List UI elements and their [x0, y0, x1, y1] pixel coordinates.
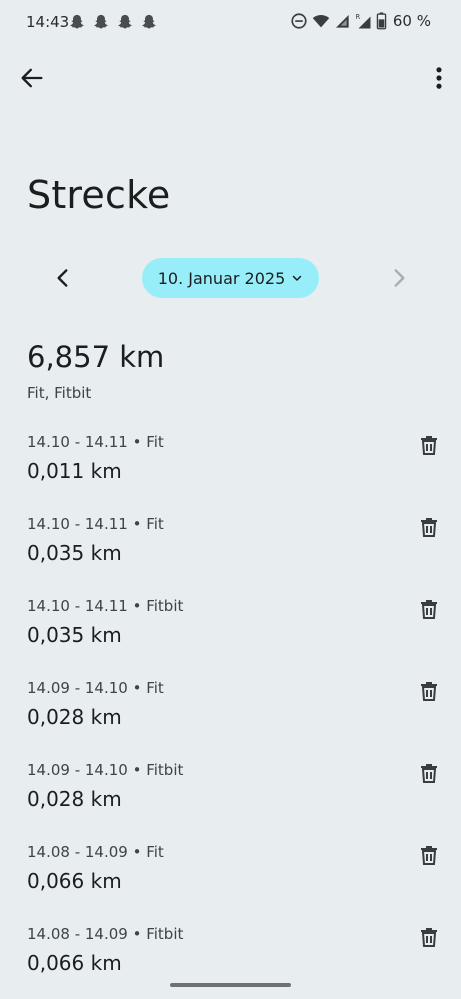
more-vert-icon[interactable]: [431, 64, 447, 92]
chevron-right-icon: [394, 269, 405, 287]
trash-icon[interactable]: [417, 433, 441, 457]
page-title: Strecke: [27, 173, 171, 217]
entry-distance: 0,035 km: [27, 541, 122, 565]
do-not-disturb-icon: [291, 13, 307, 29]
entry-distance: 0,035 km: [27, 623, 122, 647]
trash-icon[interactable]: [417, 515, 441, 539]
entry-time-source: 14.10 - 14.11 • Fitbit: [27, 597, 184, 615]
wifi-icon: [312, 15, 330, 28]
entry-time-source: 14.10 - 14.11 • Fit: [27, 515, 164, 533]
entry-time-source: 14.09 - 14.10 • Fitbit: [27, 761, 184, 779]
entry-distance: 0,011 km: [27, 459, 122, 483]
date-navigation: 10. Januar 2025: [0, 256, 461, 300]
status-time: 14:43: [26, 13, 70, 31]
date-label: 10. Januar 2025: [157, 268, 286, 288]
snapchat-icon: [142, 14, 156, 29]
list-item: 14.10 - 14.11 • Fit 0,035 km: [0, 506, 461, 588]
list-item: 14.09 - 14.10 • Fitbit 0,028 km: [0, 752, 461, 834]
list-item: 14.10 - 14.11 • Fit 0,011 km: [0, 424, 461, 506]
list-item: 14.10 - 14.11 • Fitbit 0,035 km: [0, 588, 461, 670]
signal-roaming-icon: R: [355, 13, 371, 29]
entry-time-source: 14.08 - 14.09 • Fit: [27, 843, 164, 861]
entry-time-source: 14.08 - 14.09 • Fitbit: [27, 925, 184, 943]
trash-icon[interactable]: [417, 761, 441, 785]
list-item: 14.09 - 14.10 • Fit 0,028 km: [0, 670, 461, 752]
snapchat-icon: [94, 14, 108, 29]
trash-icon[interactable]: [417, 925, 441, 949]
top-app-bar: [0, 56, 461, 100]
trash-icon[interactable]: [417, 597, 441, 621]
trash-icon[interactable]: [417, 843, 441, 867]
snapchat-icon: [70, 14, 84, 29]
chevron-left-icon[interactable]: [50, 265, 76, 291]
trash-icon[interactable]: [417, 679, 441, 703]
svg-text:R: R: [355, 13, 360, 21]
entry-distance: 0,066 km: [27, 951, 122, 975]
arrow-back-icon[interactable]: [18, 64, 46, 92]
date-picker-chip[interactable]: 10. Januar 2025: [142, 258, 319, 298]
entry-distance: 0,066 km: [27, 869, 122, 893]
entry-distance: 0,028 km: [27, 787, 122, 811]
status-indicators: R 60 %: [290, 12, 431, 30]
notification-icons: [68, 13, 158, 31]
signal-icon: [335, 15, 349, 28]
total-sources: Fit, Fitbit: [27, 384, 92, 402]
snapchat-icon: [118, 14, 132, 29]
status-bar: 14:43 R 60 %: [0, 0, 461, 44]
home-indicator[interactable]: [170, 983, 291, 987]
entry-time-source: 14.10 - 14.11 • Fit: [27, 433, 164, 451]
entry-time-source: 14.09 - 14.10 • Fit: [27, 679, 164, 697]
entry-list: 14.10 - 14.11 • Fit 0,011 km 14.10 - 14.…: [0, 424, 461, 998]
list-item: 14.08 - 14.09 • Fit 0,066 km: [0, 834, 461, 916]
entry-distance: 0,028 km: [27, 705, 122, 729]
battery-percentage: 60 %: [392, 12, 431, 30]
battery-icon: [376, 12, 387, 30]
total-distance: 6,857 km: [27, 340, 165, 374]
chevron-down-icon: [293, 275, 302, 281]
